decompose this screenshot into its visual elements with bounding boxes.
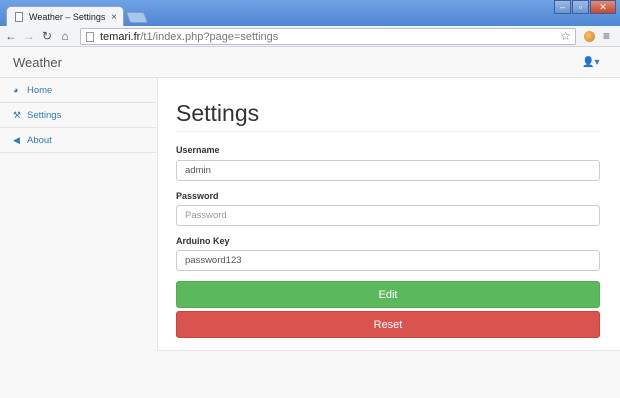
new-tab-button[interactable]: [125, 12, 149, 23]
edit-button[interactable]: Edit: [176, 281, 600, 308]
minimize-icon[interactable]: ‒: [554, 0, 571, 14]
password-input[interactable]: [176, 205, 600, 226]
forward-icon[interactable]: →: [20, 29, 38, 43]
browser-toolbar: ← → ↻ ⌂ temari.fr /t1/index.php?page=set…: [0, 26, 620, 47]
top-navbar: Weather 👤▾: [0, 47, 620, 78]
close-window-icon[interactable]: ✕: [590, 0, 616, 14]
password-label: Password: [176, 191, 219, 201]
bookmark-star-icon[interactable]: ☆: [560, 29, 571, 43]
user-icon: 👤: [582, 57, 595, 68]
username-label: Username: [176, 145, 220, 155]
window-controls: ‒ ▫ ✕: [553, 0, 616, 14]
navbar-brand[interactable]: Weather: [13, 55, 62, 70]
sidebar-item-label: Settings: [27, 109, 62, 121]
home-icon[interactable]: ⌂: [56, 29, 74, 43]
sidebar-item-label: Home: [27, 84, 53, 96]
url-host: temari.fr: [100, 30, 141, 43]
arduino-key-label: Arduino Key: [176, 236, 230, 246]
reload-icon[interactable]: ↻: [38, 29, 56, 43]
browser-menu-icon[interactable]: ≡: [603, 29, 610, 43]
url-path: /t1/index.php?page=settings: [140, 30, 279, 43]
sidebar-item-settings[interactable]: ⚒ Settings: [0, 103, 156, 128]
back-icon[interactable]: ←: [2, 29, 20, 43]
sidebar: ◕ Home ⚒ Settings ◀ About: [0, 78, 156, 153]
caret-down-icon: ▾: [594, 57, 600, 68]
bullhorn-icon: ◀: [13, 134, 20, 145]
maximize-icon[interactable]: ▫: [572, 0, 589, 14]
username-input[interactable]: [176, 160, 600, 181]
page: Weather 👤▾ ◕ Home ⚒ Settings ◀ About Set…: [0, 47, 620, 398]
arduino-key-input[interactable]: [176, 250, 600, 271]
title-divider: [176, 131, 600, 132]
sidebar-item-about[interactable]: ◀ About: [0, 128, 156, 153]
address-bar[interactable]: temari.fr /t1/index.php?page=settings ☆: [80, 28, 576, 45]
user-menu[interactable]: 👤▾: [582, 57, 599, 68]
page-icon: [15, 12, 23, 22]
tab-close-icon[interactable]: ×: [111, 12, 117, 23]
tab-title: Weather – Settings: [29, 12, 106, 22]
reset-button[interactable]: Reset: [176, 311, 600, 338]
page-title: Settings: [176, 100, 260, 126]
sidebar-item-label: About: [27, 134, 52, 146]
browser-tab[interactable]: Weather – Settings ×: [6, 6, 124, 27]
page-info-icon[interactable]: [86, 31, 94, 42]
browser-titlebar: Weather – Settings × ‒ ▫ ✕: [0, 0, 620, 27]
sidebar-item-home[interactable]: ◕ Home: [0, 78, 156, 103]
settings-panel: Settings Username Password Arduino Key E…: [157, 78, 620, 351]
dashboard-icon: ◕: [13, 85, 19, 95]
wrench-icon: ⚒: [13, 109, 22, 120]
extension-icon[interactable]: [584, 31, 595, 42]
